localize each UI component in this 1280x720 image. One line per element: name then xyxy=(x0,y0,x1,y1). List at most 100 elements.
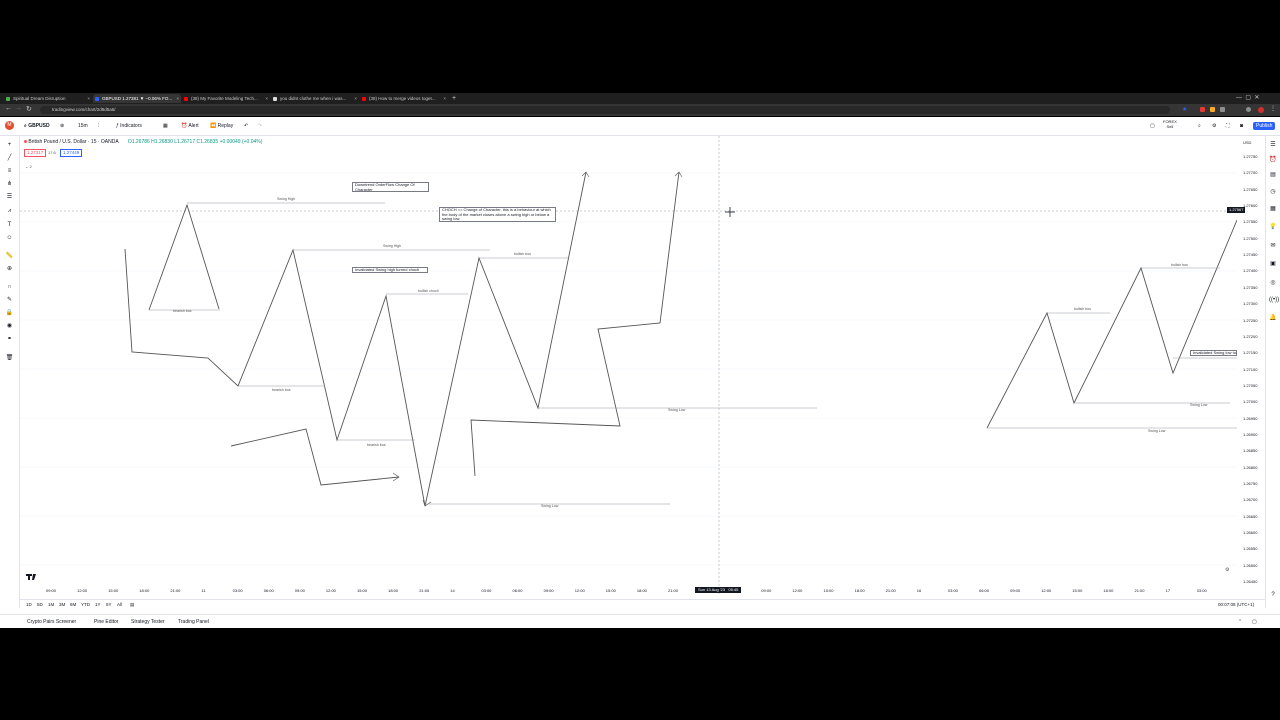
publish-button[interactable]: Publish xyxy=(1253,122,1276,130)
fullscreen-icon[interactable]: ⛶ xyxy=(1226,123,1230,130)
fib-icon[interactable]: ☰ xyxy=(5,194,14,200)
close-icon[interactable]: × xyxy=(265,94,268,103)
close-icon[interactable]: × xyxy=(443,94,446,103)
templates-icon[interactable]: ▦ xyxy=(163,123,168,130)
range-button-ytd[interactable]: YTD xyxy=(81,602,90,607)
legend-collapse-button[interactable]: ⌄ 2 xyxy=(25,164,32,169)
range-button-5y[interactable]: 5Y xyxy=(106,602,112,607)
maximize-panel-icon[interactable]: ▢ xyxy=(1252,619,1257,625)
redo-icon[interactable]: ↷ xyxy=(258,123,262,130)
browser-tab-1[interactable]: Spiritual Dream Disruption × xyxy=(4,94,92,103)
ruler-icon[interactable]: 📏 xyxy=(5,253,14,259)
extension-icon[interactable] xyxy=(1210,107,1215,112)
chart-pane[interactable]: British Pound / U.S. Dollar · 15 · OANDA… xyxy=(20,136,1237,596)
new-tab-button[interactable]: + xyxy=(452,93,456,104)
note-choch-definition[interactable]: CHOCH == Change of Character, this is a … xyxy=(439,207,556,222)
price-tick-label: 1.27150 xyxy=(1243,350,1258,356)
market-status[interactable]: FOREX Sell xyxy=(1163,119,1177,129)
range-button-5d[interactable]: 5D xyxy=(37,602,43,607)
calendar-icon[interactable]: ▦ xyxy=(1269,205,1277,213)
data-window-icon[interactable]: ▤ xyxy=(1269,171,1277,179)
sell-button[interactable]: 1.27317 xyxy=(24,149,47,157)
ideas-icon[interactable]: 💡 xyxy=(1269,223,1277,231)
broadcast-icon[interactable]: ((•)) xyxy=(1269,296,1279,304)
url-field[interactable]: tradingview.com/chart/2d8d5a6/ xyxy=(40,106,1170,114)
browser-menu-icon[interactable]: ⋮ xyxy=(1270,105,1276,112)
emoji-icon[interactable]: ☺ xyxy=(5,235,14,241)
magnet-icon[interactable]: ∩ xyxy=(5,284,14,290)
camera-icon[interactable]: ◙ xyxy=(1240,123,1243,130)
avatar[interactable]: M xyxy=(5,121,14,130)
forward-icon[interactable]: → xyxy=(15,105,22,112)
currency-label[interactable]: USD xyxy=(1243,140,1251,145)
compare-icon[interactable]: ⊕ xyxy=(60,123,64,130)
help-icon[interactable]: ? xyxy=(1269,591,1277,599)
replay-button[interactable]: ⏪ Replay xyxy=(210,123,233,130)
extension-icon[interactable] xyxy=(1220,107,1225,112)
reload-icon[interactable]: ↻ xyxy=(26,105,32,113)
news-icon[interactable]: ▣ xyxy=(1269,260,1277,268)
browser-tab-2[interactable]: GBPUSD 1.27381 ▼ −0.06% FO... × xyxy=(93,94,181,103)
close-icon[interactable]: × xyxy=(354,94,357,103)
trend-line-icon[interactable]: ╱ xyxy=(5,155,14,161)
indicators-button[interactable]: ƒ Indicators xyxy=(116,123,142,130)
tab-strategy-tester[interactable]: Strategy Tester xyxy=(131,619,165,625)
interval-button[interactable]: 15m xyxy=(78,123,88,130)
range-button-all[interactable]: All xyxy=(117,602,122,607)
range-button-1m[interactable]: 1M xyxy=(48,602,54,607)
collapse-panel-icon[interactable]: ⌃ xyxy=(1238,619,1242,625)
lock-icon[interactable]: 🔒 xyxy=(5,310,14,316)
quick-search-icon[interactable]: ⌕ xyxy=(1198,123,1201,130)
eye-icon[interactable]: ◉ xyxy=(5,323,14,329)
crosshair-icon[interactable]: + xyxy=(5,142,14,148)
chart-type-icon[interactable]: ⫶ xyxy=(98,123,99,130)
link-icon[interactable]: ⚭ xyxy=(5,336,14,342)
legend-title[interactable]: British Pound / U.S. Dollar · 15 · OANDA xyxy=(28,139,118,145)
browser-tab-4[interactable]: you didnt clothe me when i was... × xyxy=(271,94,359,103)
browser-tab-3[interactable]: (38) My Favorite Modeling Tech... × xyxy=(182,94,270,103)
time-axis[interactable]: 09:00 12:00 15:00 18:00 21:00 11 03:00 06:00 09:… xyxy=(20,586,1237,596)
undo-icon[interactable]: ↶ xyxy=(244,123,248,130)
close-icon[interactable]: × xyxy=(87,94,90,103)
note-invalidated-swing-high[interactable]: Invalidated Swing high turned choch xyxy=(352,267,428,273)
watchlist-icon[interactable]: ☰ xyxy=(1269,141,1277,149)
text-icon[interactable]: T xyxy=(5,222,14,228)
range-button-3m[interactable]: 3M xyxy=(59,602,65,607)
note-downtrend-choch[interactable]: Downtrend OrderFlow Change Of Character xyxy=(352,182,429,192)
tab-crypto-pairs-screener[interactable]: Crypto Pairs Screener xyxy=(27,619,76,625)
settings-icon[interactable]: ⚙ xyxy=(1212,123,1216,130)
symbol-search-button[interactable]: ⌕ GBPUSD xyxy=(24,123,50,130)
chart-settings-icon[interactable]: ⚙ xyxy=(1225,567,1229,573)
layout-icon[interactable]: ▢ xyxy=(1150,123,1155,130)
horizontal-lines-icon[interactable]: ≡ xyxy=(5,168,14,174)
goto-date-icon[interactable]: ▤ xyxy=(130,602,134,608)
note-invalidated-swing-low[interactable]: Invalidated Swing low tu xyxy=(1190,350,1237,356)
pattern-icon[interactable]: ⩘ xyxy=(5,208,14,214)
profile-icon[interactable] xyxy=(1246,107,1251,112)
close-icon[interactable]: × xyxy=(176,94,179,103)
trash-icon[interactable]: 🗑 xyxy=(5,355,14,361)
window-controls[interactable]: — ▢ ✕ xyxy=(1236,93,1259,104)
zoom-icon[interactable]: ⊕ xyxy=(5,266,14,272)
buy-button[interactable]: 1.27449 xyxy=(60,149,83,157)
streams-icon[interactable]: ◎ xyxy=(1269,279,1277,287)
tab-pine-editor[interactable]: Pine Editor xyxy=(94,619,118,625)
pitchfork-icon[interactable]: ⋔ xyxy=(5,181,14,187)
brush-icon[interactable]: ✎ xyxy=(5,297,14,303)
extension-icon[interactable] xyxy=(1200,107,1205,112)
notifications-icon[interactable]: 🔔 xyxy=(1269,314,1277,322)
browser-tab-5[interactable]: (38) How to merge videos toget... × xyxy=(360,94,448,103)
bookmark-star-icon[interactable]: ★ xyxy=(1182,106,1187,113)
hotlists-icon[interactable]: ◷ xyxy=(1269,188,1277,196)
range-button-1d[interactable]: 1D xyxy=(26,602,32,607)
profile-avatar[interactable] xyxy=(1258,107,1264,113)
alerts-icon[interactable]: ⏰ xyxy=(1269,156,1277,164)
chats-icon[interactable]: ✉ xyxy=(1269,242,1277,250)
tab-trading-panel[interactable]: Trading Panel xyxy=(178,619,209,625)
back-icon[interactable]: ← xyxy=(5,105,12,112)
price-axis[interactable]: USD 1.27750 1.27700 1.27650 1.27600 1.27550 1… xyxy=(1227,136,1265,596)
range-button-1y[interactable]: 1Y xyxy=(95,602,101,607)
alert-button[interactable]: ⏰ Alert xyxy=(181,123,199,130)
clock-readout[interactable]: 00:07:08 (UTC+1) xyxy=(1218,602,1254,607)
range-button-6m[interactable]: 6M xyxy=(70,602,76,607)
